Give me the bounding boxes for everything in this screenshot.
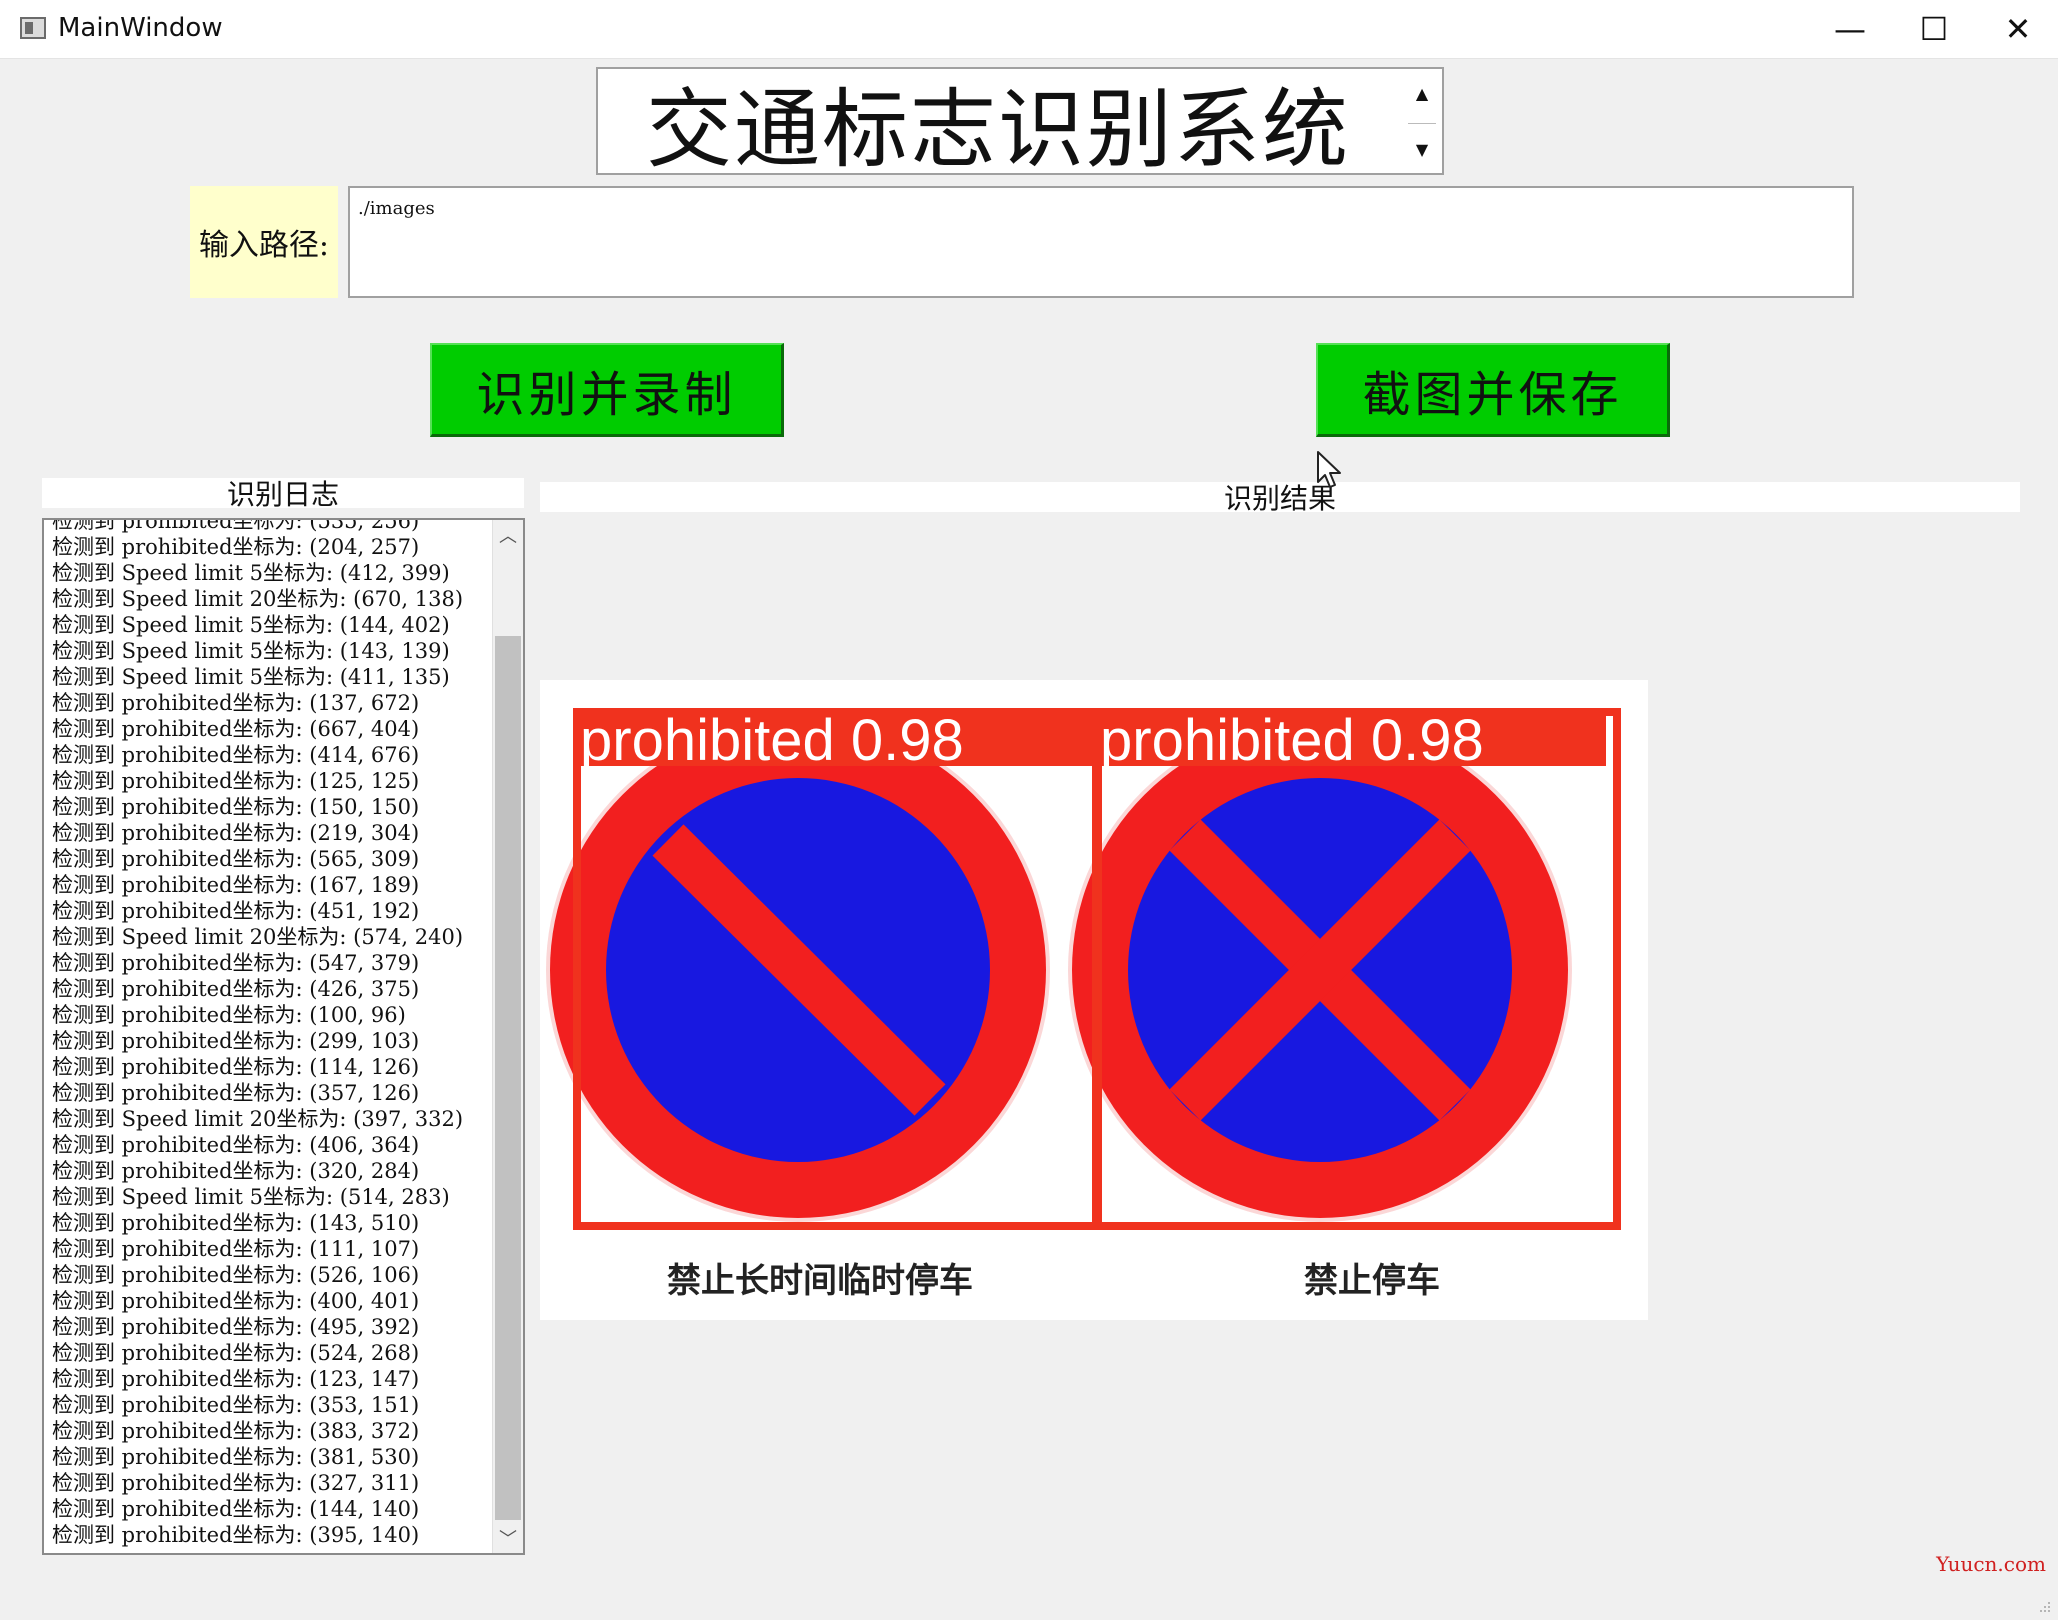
system-title-box[interactable]: 交通标志识别系统 ▲ ▼ xyxy=(596,67,1444,180)
log-entry: 检测到 prohibited坐标为: (125, 125) xyxy=(52,769,420,793)
log-entry: 检测到 prohibited坐标为: (137, 672) xyxy=(52,691,420,715)
result-image: prohibited 0.98 prohibited 0.98 禁止长时间临时停… xyxy=(540,680,1648,1320)
log-entry: 检测到 prohibited坐标为: (150, 150) xyxy=(52,795,420,819)
detection-image: prohibited 0.98 prohibited 0.98 禁止长时间临时停… xyxy=(546,708,1621,1301)
log-entry: 检测到 prohibited坐标为: (495, 392) xyxy=(52,1315,420,1339)
log-entry: 检测到 prohibited坐标为: (143, 510) xyxy=(52,1211,420,1235)
log-panel[interactable]: 检测到 prohibited坐标为: (535, 256) 检测到 prohibi… xyxy=(42,518,525,1555)
log-entry: 检测到 prohibited坐标为: (114, 126) xyxy=(52,1055,420,1079)
log-entry: 检测到 prohibited坐标为: (406, 364) xyxy=(52,1133,420,1157)
maximize-button[interactable]: ☐ xyxy=(1892,0,1976,58)
spin-up-arrow-icon[interactable]: ▲ xyxy=(1408,75,1436,111)
log-entry: 检测到 Speed limit 20坐标为: (574, 240) xyxy=(52,925,464,949)
minimize-button[interactable]: — xyxy=(1808,0,1892,58)
spin-down-arrow-icon[interactable]: ▼ xyxy=(1408,131,1436,167)
log-entry: 检测到 prohibited坐标为: (381, 530) xyxy=(52,1445,420,1469)
log-entry: 检测到 prohibited坐标为: (219, 304) xyxy=(52,821,420,845)
log-entry: 检测到 prohibited坐标为: (535, 256) xyxy=(52,518,420,533)
sign-caption-1: 禁止长时间临时停车 xyxy=(667,1261,973,1301)
detection-label-2: prohibited 0.98 xyxy=(1100,708,1484,773)
log-entry: 检测到 prohibited坐标为: (123, 147) xyxy=(52,1367,420,1391)
log-entry: 检测到 prohibited坐标为: (547, 379) xyxy=(52,951,420,975)
sign-caption-2: 禁止停车 xyxy=(1304,1261,1440,1301)
log-entry: 检测到 prohibited坐标为: (100, 96) xyxy=(52,1003,406,1027)
scroll-up-chevron-icon[interactable]: ︿ xyxy=(493,520,523,550)
resize-grip-icon[interactable] xyxy=(2036,1598,2052,1614)
log-section-header: 识别日志 xyxy=(42,478,524,511)
path-input[interactable]: ./images xyxy=(348,186,1854,298)
log-entry: 检测到 prohibited坐标为: (451, 192) xyxy=(52,899,420,923)
app-window-icon xyxy=(20,17,46,39)
log-entry: 检测到 prohibited坐标为: (383, 372) xyxy=(52,1419,420,1443)
log-entry: 检测到 Speed limit 5坐标为: (514, 283) xyxy=(52,1185,450,1209)
window-title: MainWindow xyxy=(58,13,223,43)
log-entry: 检测到 Speed limit 5坐标为: (412, 399) xyxy=(52,561,450,585)
screenshot-save-button[interactable]: 截图并保存 xyxy=(1316,343,1670,437)
path-label: 输入路径: xyxy=(190,186,338,298)
scroll-down-chevron-icon[interactable]: ﹀ xyxy=(493,1523,523,1553)
log-entry: 检测到 prohibited坐标为: (400, 401) xyxy=(52,1289,420,1313)
result-section-header: 识别结果 xyxy=(540,482,2020,515)
log-entry: 检测到 prohibited坐标为: (204, 257) xyxy=(52,535,420,559)
scrollbar-thumb[interactable] xyxy=(495,636,521,1520)
log-entry: 检测到 prohibited坐标为: (111, 107) xyxy=(52,1237,420,1261)
title-bar: MainWindow — ☐ ✕ xyxy=(0,0,2058,59)
spin-divider xyxy=(1408,123,1436,124)
log-entry: 检测到 Speed limit 5坐标为: (144, 402) xyxy=(52,613,450,637)
log-entry: 检测到 prohibited坐标为: (357, 126) xyxy=(52,1081,420,1105)
system-title: 交通标志识别系统 xyxy=(646,79,1350,180)
log-entry: 检测到 Speed limit 20坐标为: (670, 138) xyxy=(52,587,464,611)
mouse-cursor-icon xyxy=(1317,451,1341,488)
log-entry: 检测到 Speed limit 5坐标为: (143, 139) xyxy=(52,639,450,663)
detection-label-1: prohibited 0.98 xyxy=(580,708,964,773)
log-entry: 检测到 prohibited坐标为: (320, 284) xyxy=(52,1159,420,1183)
log-entry: 检测到 Speed limit 5坐标为: (411, 135) xyxy=(52,665,450,689)
log-scrollbar[interactable]: ︿ ﹀ xyxy=(492,520,523,1553)
log-entry: 检测到 prohibited坐标为: (395, 140) xyxy=(52,1523,420,1547)
log-entry: 检测到 prohibited坐标为: (565, 309) xyxy=(52,847,420,871)
no-long-stopping-sign-icon xyxy=(546,718,1050,1222)
log-entry: 检测到 prohibited坐标为: (167, 189) xyxy=(52,873,420,897)
log-entry: 检测到 prohibited坐标为: (524, 268) xyxy=(52,1341,420,1365)
recognize-record-button[interactable]: 识别并录制 xyxy=(430,343,784,437)
no-stopping-sign-icon xyxy=(1068,718,1572,1222)
close-button[interactable]: ✕ xyxy=(1976,0,2058,58)
log-entry: 检测到 prohibited坐标为: (414, 676) xyxy=(52,743,420,767)
log-entry: 检测到 prohibited坐标为: (327, 311) xyxy=(52,1471,420,1495)
log-entry: 检测到 prohibited坐标为: (353, 151) xyxy=(52,1393,420,1417)
log-list: 检测到 prohibited坐标为: (535, 256) 检测到 prohibi… xyxy=(52,518,492,1548)
watermark: Yuucn.com xyxy=(1936,1552,2046,1576)
log-entry: 检测到 Speed limit 20坐标为: (397, 332) xyxy=(52,1107,464,1131)
log-entry: 检测到 prohibited坐标为: (426, 375) xyxy=(52,977,420,1001)
log-entry: 检测到 prohibited坐标为: (144, 140) xyxy=(52,1497,420,1521)
log-entry: 检测到 prohibited坐标为: (526, 106) xyxy=(52,1263,420,1287)
log-entry: 检测到 prohibited坐标为: (299, 103) xyxy=(52,1029,420,1053)
log-entry: 检测到 prohibited坐标为: (667, 404) xyxy=(52,717,420,741)
